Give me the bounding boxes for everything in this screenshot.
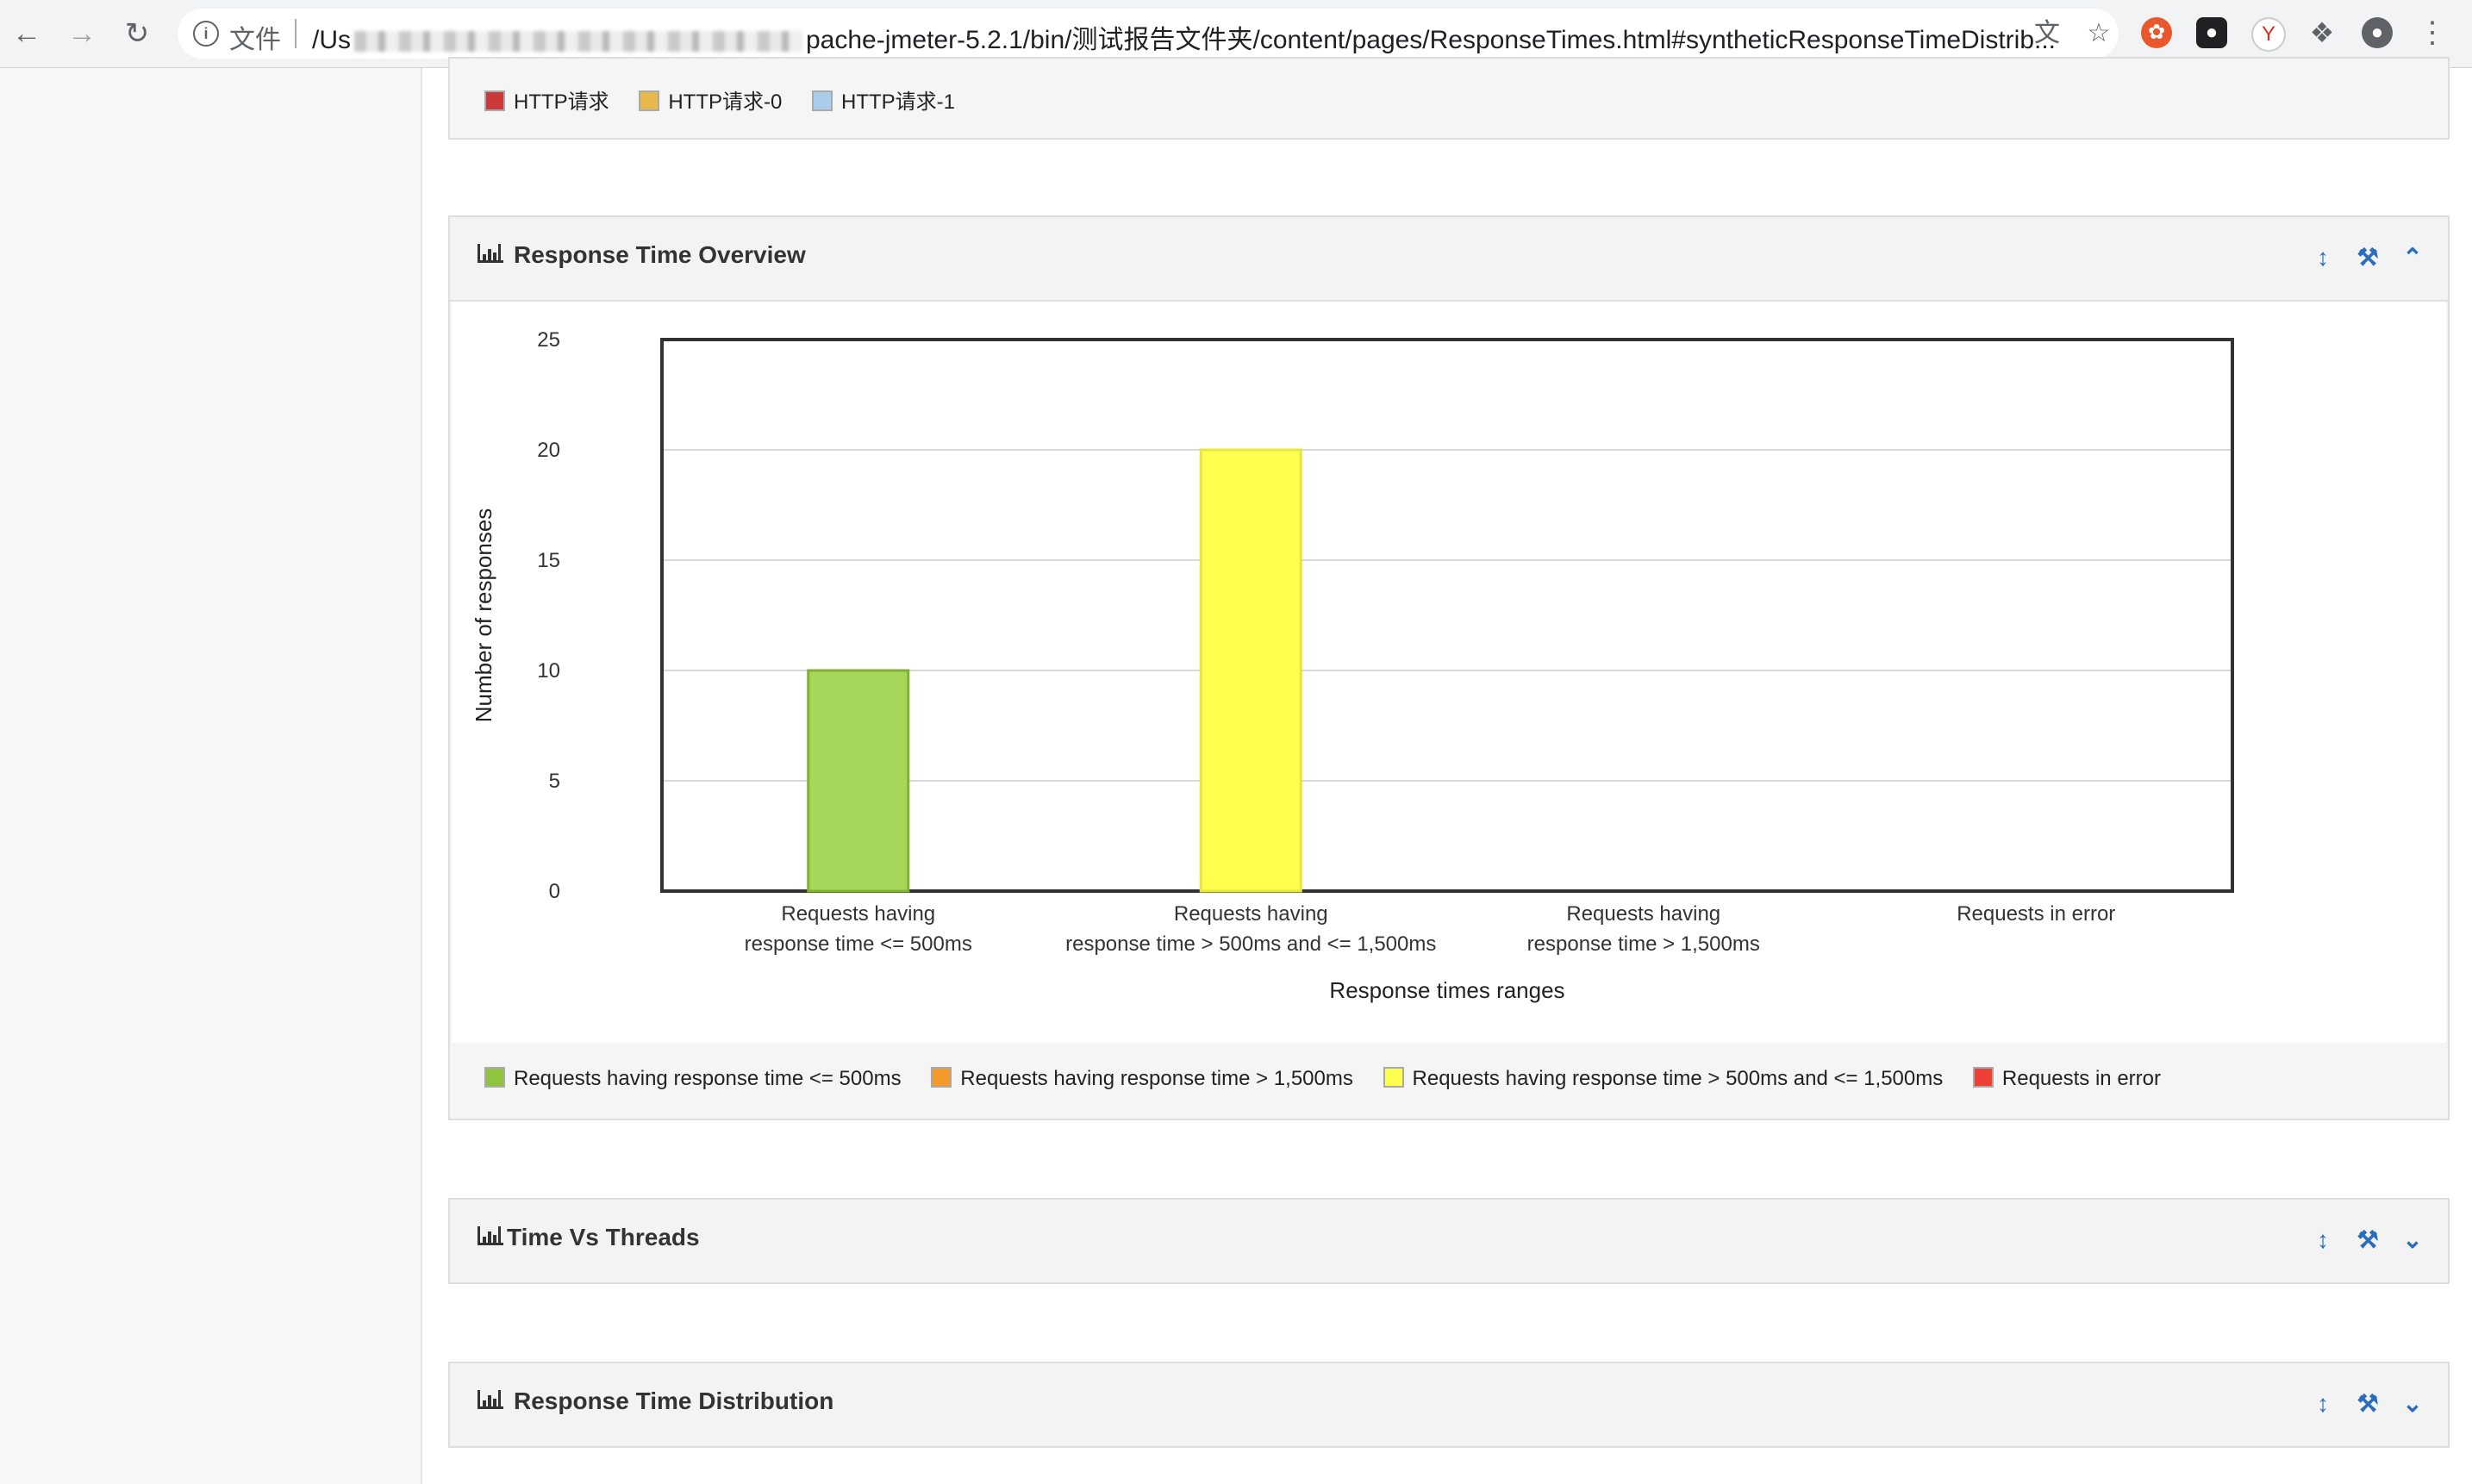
settings-wrench-icon[interactable]: ⚒ bbox=[2353, 243, 2382, 272]
legend-label: Requests in error bbox=[2001, 1066, 2161, 1090]
url-suffix: pache-jmeter-5.2.1/bin/测试报告文件夹/content/p… bbox=[806, 26, 2057, 54]
back-icon[interactable]: ← bbox=[5, 12, 48, 55]
panel-title-text: Response Time Overview bbox=[514, 241, 806, 268]
previous-legend: HTTP请求 HTTP请求-0 HTTP请求-1 bbox=[484, 84, 979, 115]
panel-header: Response Time Overview ↕ ⚒ ⌃ bbox=[450, 217, 2448, 302]
bookmark-star-icon[interactable]: ☆ bbox=[2082, 17, 2115, 50]
bar-chart-icon bbox=[478, 1390, 503, 1409]
x-tick-label: response time > 500ms and <= 1,500ms bbox=[1065, 932, 1436, 956]
legend-item-errors[interactable]: Requests in error bbox=[1972, 1066, 2161, 1091]
settings-wrench-icon[interactable]: ⚒ bbox=[2353, 1225, 2382, 1255]
x-tick-label: Requests having bbox=[1174, 902, 1328, 926]
address-bar[interactable]: i 文件 /Us pache-jmeter-5.2.1/bin/测试报告文件夹/c… bbox=[178, 9, 2119, 59]
forward-icon[interactable]: → bbox=[60, 12, 103, 55]
url-prefix: /Us bbox=[312, 26, 351, 54]
legend-label: Requests having response time > 1,500ms bbox=[960, 1066, 1353, 1090]
previous-panel-legend: HTTP请求 HTTP请求-0 HTTP请求-1 bbox=[448, 57, 2450, 140]
legend-swatch bbox=[1972, 1066, 1994, 1088]
x-axis-label: Response times ranges bbox=[1329, 977, 1564, 1003]
expand-chevron-down-icon[interactable]: ⌄ bbox=[2398, 1389, 2427, 1419]
reload-icon[interactable]: ↻ bbox=[115, 12, 159, 55]
bar-chart-icon bbox=[478, 1226, 503, 1245]
y-tick-label: 5 bbox=[549, 770, 560, 793]
panel-header: Time Vs Threads ↕ ⚒ ⌄ bbox=[450, 1200, 2448, 1282]
translate-icon[interactable]: 文 bbox=[2031, 17, 2063, 50]
y-tick-label: 20 bbox=[537, 439, 560, 462]
time-vs-threads-panel: Time Vs Threads ↕ ⚒ ⌄ bbox=[448, 1198, 2450, 1284]
legend-item-http[interactable]: HTTP请求 bbox=[484, 84, 609, 115]
sidebar bbox=[0, 68, 422, 1484]
resize-icon[interactable]: ↕ bbox=[2308, 1389, 2338, 1419]
panel-title: Time Vs Threads bbox=[478, 1224, 700, 1251]
browser-menu-icon[interactable]: ⋮ bbox=[2417, 17, 2448, 48]
address-separator bbox=[295, 19, 297, 48]
extension-tampermonkey-icon[interactable]: ● bbox=[2196, 17, 2227, 48]
legend-swatch bbox=[484, 1066, 505, 1088]
bar bbox=[1199, 448, 1302, 893]
legend-swatch bbox=[931, 1066, 952, 1088]
extension-red-icon[interactable]: ✿ bbox=[2141, 17, 2172, 48]
panel-title-text: Response Time Distribution bbox=[514, 1387, 834, 1414]
x-tick-label: response time <= 500ms bbox=[745, 932, 972, 956]
legend-label: HTTP请求 bbox=[514, 90, 609, 114]
panel-title-text: Time Vs Threads bbox=[507, 1224, 700, 1250]
response-time-distribution-panel: Response Time Distribution ↕ ⚒ ⌄ bbox=[448, 1362, 2450, 1448]
url-text[interactable]: /Us pache-jmeter-5.2.1/bin/测试报告文件夹/conten… bbox=[312, 18, 2056, 56]
panel-title: Response Time Overview bbox=[478, 241, 806, 269]
legend-swatch bbox=[639, 90, 660, 111]
x-tick-label: response time > 1,500ms bbox=[1527, 932, 1760, 956]
y-tick-label: 0 bbox=[549, 880, 560, 903]
legend-item-500-to-1500ms[interactable]: Requests having response time > 500ms an… bbox=[1383, 1066, 1944, 1091]
extension-y-icon[interactable]: Y bbox=[2251, 17, 2286, 52]
x-tick-label: Requests having bbox=[781, 902, 935, 926]
legend-item-http-1[interactable]: HTTP请求-1 bbox=[812, 84, 955, 115]
y-tick-label: 10 bbox=[537, 659, 560, 683]
info-icon[interactable]: i bbox=[193, 21, 219, 47]
panel-header: Response Time Distribution ↕ ⚒ ⌄ bbox=[450, 1363, 2448, 1446]
y-tick-label: 15 bbox=[537, 549, 560, 572]
collapse-chevron-up-icon[interactable]: ⌃ bbox=[2398, 243, 2427, 272]
legend-label: HTTP请求-1 bbox=[841, 90, 956, 114]
legend-item-over-1500ms[interactable]: Requests having response time > 1,500ms bbox=[931, 1066, 1353, 1091]
overview-legend: Requests having response time <= 500ms R… bbox=[484, 1066, 2185, 1091]
legend-item-under-500ms[interactable]: Requests having response time <= 500ms bbox=[484, 1066, 902, 1091]
x-tick-label: Requests having bbox=[1566, 902, 1720, 926]
bar-chart-icon bbox=[478, 244, 503, 263]
y-tick-label: 25 bbox=[537, 328, 560, 352]
profile-avatar-icon[interactable]: ● bbox=[2362, 17, 2393, 48]
scheme-label: 文件 bbox=[229, 26, 281, 54]
resize-icon[interactable]: ↕ bbox=[2308, 1225, 2338, 1255]
legend-label: Requests having response time <= 500ms bbox=[514, 1066, 902, 1090]
legend-label: HTTP请求-0 bbox=[668, 90, 783, 114]
resize-icon[interactable]: ↕ bbox=[2308, 243, 2338, 272]
legend-swatch bbox=[1383, 1066, 1404, 1088]
response-time-overview-panel: Response Time Overview ↕ ⚒ ⌃ 0 5 10 15 20 25 R… bbox=[448, 215, 2450, 1120]
extensions-puzzle-icon[interactable]: ❖ bbox=[2307, 17, 2338, 48]
response-time-overview-chart: 0 5 10 15 20 25 Requests having response time <… bbox=[471, 328, 2234, 1003]
x-tick-label: Requests in error bbox=[1957, 902, 2115, 926]
legend-swatch bbox=[484, 90, 505, 111]
redacted-path bbox=[354, 31, 802, 53]
bar bbox=[807, 669, 910, 893]
expand-chevron-down-icon[interactable]: ⌄ bbox=[2398, 1225, 2427, 1255]
legend-swatch bbox=[812, 90, 833, 111]
legend-label: Requests having response time > 500ms an… bbox=[1412, 1066, 1944, 1090]
settings-wrench-icon[interactable]: ⚒ bbox=[2353, 1389, 2382, 1419]
panel-title: Response Time Distribution bbox=[478, 1387, 833, 1415]
y-axis-label: Number of responses bbox=[471, 508, 496, 723]
legend-item-http-0[interactable]: HTTP请求-0 bbox=[639, 84, 782, 115]
chart-area: 0 5 10 15 20 25 Requests having response time <… bbox=[452, 302, 2446, 1043]
